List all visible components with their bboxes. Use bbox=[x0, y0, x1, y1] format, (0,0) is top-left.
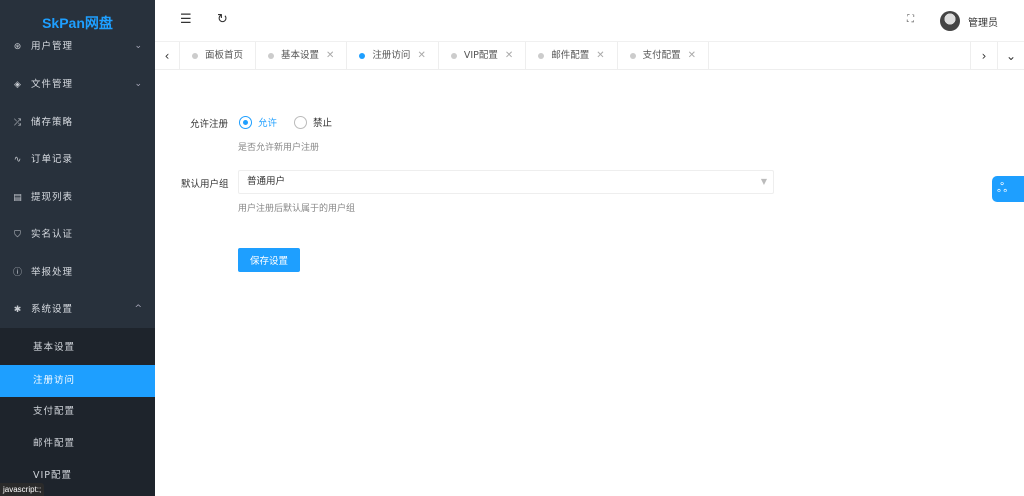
close-icon[interactable]: ✕ bbox=[688, 42, 696, 70]
refresh-icon[interactable]: ↻ bbox=[217, 12, 228, 27]
tabs-scroll-left-icon[interactable]: ‹ bbox=[155, 42, 180, 69]
header: ☰ ↻ ⛶ 管理员 bbox=[155, 0, 1024, 42]
radio-unchecked-icon bbox=[294, 115, 307, 129]
tab-dashboard[interactable]: 面板首页 bbox=[180, 42, 257, 70]
sidebar-subitem-mail[interactable]: 邮件配置 bbox=[0, 428, 155, 460]
save-button[interactable]: 保存设置 bbox=[238, 248, 300, 272]
tab-dot bbox=[268, 53, 275, 59]
sidebar-subitem-payment[interactable]: 支付配置 bbox=[0, 396, 155, 428]
user-menu[interactable]: 管理员 bbox=[940, 11, 998, 31]
chevron-down-icon: ⌄ bbox=[134, 79, 143, 89]
sidebar-item-user-management[interactable]: ⊛ 用户管理 ⌄ bbox=[0, 28, 155, 65]
sidebar-subitem-register[interactable]: 注册访问 bbox=[0, 365, 155, 397]
user-circle-icon: ⊛ bbox=[13, 42, 23, 52]
radio-checked-icon bbox=[239, 115, 252, 129]
tab-dot bbox=[192, 53, 198, 59]
sidebar-item-storage-policy[interactable]: ⤮ 储存策略 bbox=[0, 104, 155, 141]
allow-register-label: 允许注册 bbox=[190, 119, 229, 130]
close-icon[interactable]: ✕ bbox=[596, 42, 604, 70]
info-icon: ⓘ bbox=[12, 268, 23, 278]
default-group-select[interactable]: 普通用户 ▼ bbox=[238, 170, 774, 194]
radio-allow[interactable]: 允许 bbox=[239, 115, 277, 129]
floating-widget-button[interactable]: ஃ bbox=[992, 176, 1024, 202]
clipboard-icon: ▤ bbox=[13, 193, 23, 203]
layers-icon: ◈ bbox=[14, 80, 22, 90]
pulse-icon: ∿ bbox=[13, 155, 23, 165]
user-name: 管理员 bbox=[968, 17, 998, 29]
sidebar-item-verification[interactable]: ⛉ 实名认证 bbox=[0, 216, 155, 253]
sidebar-subitem-basic[interactable]: 基本设置 bbox=[0, 332, 155, 364]
tab-payment-config[interactable]: 支付配置 ✕ bbox=[618, 42, 710, 70]
sidebar-item-system-settings[interactable]: ✱ 系统设置 ^ bbox=[0, 291, 155, 328]
tab-vip-config[interactable]: VIP配置 ✕ bbox=[439, 42, 527, 70]
caret-down-icon: ▼ bbox=[760, 177, 767, 186]
close-icon[interactable]: ✕ bbox=[326, 42, 334, 70]
close-icon[interactable]: ✕ bbox=[417, 42, 425, 70]
default-group-label: 默认用户组 bbox=[181, 179, 229, 190]
status-bar: javascript:; bbox=[0, 483, 45, 496]
tab-dot bbox=[359, 53, 366, 59]
sidebar-submenu: 基本设置 注册访问 支付配置 邮件配置 VIP配置 bbox=[0, 328, 155, 496]
tabs-menu-chevron-down-icon[interactable]: ⌄ bbox=[997, 42, 1024, 70]
menu-toggle-icon[interactable]: ☰ bbox=[180, 12, 192, 27]
tabs-scroll-right-icon[interactable]: › bbox=[970, 42, 997, 70]
sidebar: SkPan网盘 ⊛ 用户管理 ⌄ ◈ 文件管理 ⌄ ⤮ 储存策略 ∿ 订单记录 ▤ 提现列表 … bbox=[0, 0, 155, 496]
allow-register-hint: 是否允许新用户注册 bbox=[238, 143, 320, 153]
close-icon[interactable]: ✕ bbox=[505, 42, 513, 70]
tab-mail-config[interactable]: 邮件配置 ✕ bbox=[526, 42, 618, 70]
sidebar-item-orders[interactable]: ∿ 订单记录 bbox=[0, 141, 155, 178]
default-group-hint: 用户注册后默认属于的用户组 bbox=[238, 204, 356, 214]
tab-dot bbox=[538, 53, 545, 59]
shield-icon: ⛉ bbox=[14, 230, 22, 240]
sidebar-item-reports[interactable]: ⓘ 举报处理 bbox=[0, 254, 155, 291]
gear-icon: ✱ bbox=[13, 305, 23, 315]
tab-dot bbox=[629, 53, 636, 59]
tab-bar: ‹ 面板首页 基本设置 ✕ 注册访问 ✕ VIP配置 ✕ 邮件配置 ✕ 支付配置 ✕ › … bbox=[155, 42, 1024, 70]
cloud-logo-icon: ஃ bbox=[997, 181, 1008, 196]
chevron-down-icon: ⌄ bbox=[134, 41, 143, 51]
fullscreen-icon[interactable]: ⛶ bbox=[907, 14, 914, 25]
sidebar-item-withdrawals[interactable]: ▤ 提现列表 bbox=[0, 179, 155, 216]
tab-register-access[interactable]: 注册访问 ✕ bbox=[347, 42, 439, 70]
tab-dot bbox=[450, 53, 457, 59]
radio-deny[interactable]: 禁止 bbox=[294, 115, 332, 129]
avatar bbox=[940, 11, 960, 31]
shuffle-icon: ⤮ bbox=[13, 118, 23, 128]
tab-basic-settings[interactable]: 基本设置 ✕ bbox=[256, 42, 348, 70]
chevron-up-icon: ^ bbox=[134, 304, 143, 314]
sidebar-item-file-management[interactable]: ◈ 文件管理 ⌄ bbox=[0, 66, 155, 103]
